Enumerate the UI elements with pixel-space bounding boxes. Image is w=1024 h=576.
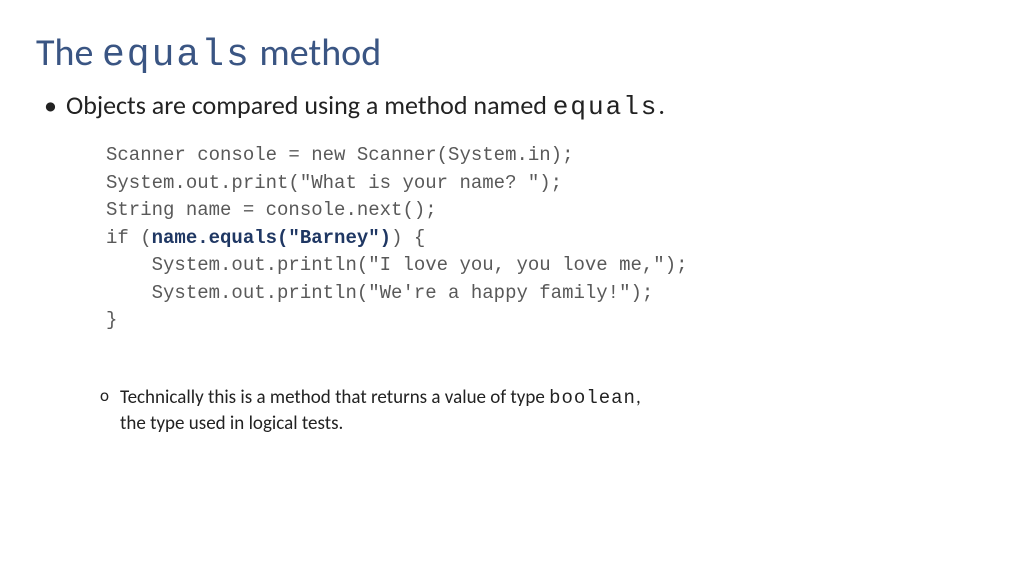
- bullet-pre: Objects are compared using a method name…: [66, 89, 553, 121]
- bullet-objects-compared: Objects are compared using a method name…: [66, 89, 988, 122]
- title-post: method: [251, 30, 381, 76]
- code-line-3: String name = console.next();: [106, 199, 437, 221]
- sub-pre: Technically this is a method that return…: [120, 386, 549, 409]
- code-line-2: System.out.print("What is your name? ");: [106, 172, 562, 194]
- sub-post: ,: [636, 386, 641, 409]
- code-line-5: System.out.println("I love you, you love…: [106, 254, 688, 276]
- code-line-1: Scanner console = new Scanner(System.in)…: [106, 144, 573, 166]
- sub-code: boolean: [549, 387, 636, 409]
- slide: The equals method Objects are compared u…: [0, 0, 1024, 467]
- code-line-4a: if (: [106, 227, 152, 249]
- sub-line2: the type used in logical tests.: [120, 412, 343, 435]
- code-line-4c: ) {: [391, 227, 425, 249]
- code-line-7: }: [106, 309, 117, 331]
- slide-title: The equals method: [36, 30, 988, 77]
- title-pre: The: [36, 30, 102, 76]
- sub-bullet-boolean: Technically this is a method that return…: [120, 385, 988, 437]
- bullet-post: .: [658, 89, 665, 121]
- code-line-4-emphasis: name.equals("Barney"): [152, 227, 391, 249]
- code-line-6: System.out.println("We're a happy family…: [106, 282, 653, 304]
- title-code: equals: [102, 34, 251, 77]
- code-block: Scanner console = new Scanner(System.in)…: [106, 142, 988, 335]
- bullet-code: equals: [553, 92, 659, 122]
